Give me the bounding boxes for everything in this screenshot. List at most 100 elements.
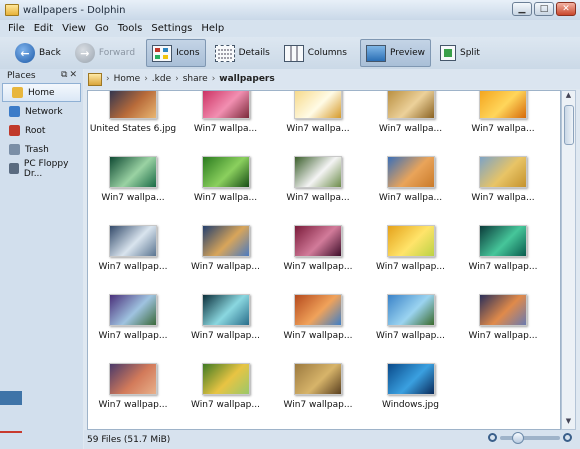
menu-tools[interactable]: Tools: [118, 23, 143, 34]
places-panel: Places ⧉✕ Home Network Root Trash PC Floppy …: [0, 69, 83, 449]
file-item[interactable]: Win7 wallpa...: [273, 91, 363, 147]
file-item[interactable]: Win7 wallpap...: [458, 225, 548, 285]
columns-label: Columns: [307, 48, 347, 58]
zoom-slider[interactable]: [500, 431, 560, 444]
file-item[interactable]: Win7 wallpap...: [273, 363, 363, 423]
file-thumbnail: [294, 294, 342, 326]
file-item[interactable]: Win7 wallpa...: [366, 91, 456, 147]
icons-label: Icons: [176, 48, 200, 58]
back-button[interactable]: ← Back: [10, 39, 66, 67]
breadcrumb-home[interactable]: Home: [114, 74, 141, 84]
breadcrumb-current[interactable]: wallpapers: [219, 74, 274, 84]
file-item[interactable]: Win7 wallpap...: [458, 294, 548, 354]
zoom-slider-knob[interactable]: [512, 431, 524, 444]
file-item[interactable]: Win7 wallpap...: [366, 225, 456, 285]
breadcrumb-kde[interactable]: .kde: [152, 74, 171, 84]
file-thumbnail: [201, 91, 250, 119]
places-item[interactable]: Root: [0, 121, 83, 140]
places-item[interactable]: PC Floppy Dr...: [0, 158, 83, 179]
status-bar: 59 Files (51.7 MiB): [84, 430, 580, 449]
file-view[interactable]: United States 6.jpg Win7 wallpa... Win7 wa…: [87, 90, 561, 430]
scroll-thumb[interactable]: [564, 105, 574, 145]
file-name: Win7 wallpa...: [378, 124, 443, 134]
vertical-scrollbar[interactable]: ▲ ▼: [561, 90, 576, 430]
forward-button[interactable]: → Forward: [70, 39, 140, 67]
file-item[interactable]: Win7 wallpap...: [181, 294, 271, 354]
menu-help[interactable]: Help: [201, 23, 224, 34]
icons-view-button[interactable]: Icons: [146, 39, 206, 67]
file-item[interactable]: United States 6.jpg: [88, 91, 178, 147]
file-thumbnail: [201, 156, 250, 188]
menu-view[interactable]: View: [62, 23, 86, 34]
file-item[interactable]: Win7 wallpap...: [181, 363, 271, 423]
menu-file[interactable]: File: [8, 23, 25, 34]
file-item[interactable]: Win7 wallpa...: [88, 156, 178, 216]
close-panel-icon[interactable]: ✕: [69, 70, 79, 80]
menu-settings[interactable]: Settings: [151, 23, 192, 34]
split-button[interactable]: Split: [435, 39, 485, 67]
file-item[interactable]: Win7 wallpap...: [88, 363, 178, 423]
file-thumbnail: [479, 91, 527, 119]
file-thumbnail: [386, 156, 435, 188]
split-icon: [439, 45, 456, 61]
file-name: Win7 wallpa...: [286, 193, 350, 203]
root-icon: [9, 125, 20, 136]
file-name: Win7 wallpa...: [193, 193, 258, 203]
forward-arrow-icon: →: [74, 43, 95, 63]
file-thumbnail: [479, 156, 527, 188]
menu-bar: File Edit View Go Tools Settings Help: [0, 20, 580, 37]
file-thumbnail: [479, 294, 527, 326]
file-name: Win7 wallpap...: [468, 262, 538, 272]
file-item[interactable]: Win7 wallpa...: [458, 91, 548, 147]
menu-go[interactable]: Go: [95, 23, 109, 34]
columns-view-button[interactable]: Columns: [279, 39, 352, 67]
title-bar: wallpapers - Dolphin ▁ □ ✕: [0, 0, 580, 20]
file-thumbnail: [386, 91, 435, 119]
file-item[interactable]: Win7 wallpa...: [366, 156, 456, 216]
file-name: Win7 wallpap...: [283, 400, 353, 410]
file-thumbnail: [294, 91, 342, 119]
file-item[interactable]: Win7 wallpa...: [181, 156, 271, 216]
details-view-button[interactable]: Details: [210, 39, 275, 67]
file-item[interactable]: Win7 wallpap...: [88, 225, 178, 285]
file-item[interactable]: Windows.jpg: [366, 363, 456, 423]
file-thumbnail: [201, 363, 250, 395]
file-name: Win7 wallpa...: [101, 193, 165, 203]
zoom-control: [488, 431, 572, 444]
scroll-down-icon[interactable]: ▼: [562, 417, 575, 429]
places-item[interactable]: Home: [2, 83, 81, 102]
close-button[interactable]: ✕: [556, 2, 576, 16]
details-view-icon: [214, 44, 235, 62]
file-item[interactable]: Win7 wallpap...: [366, 294, 456, 354]
maximize-button[interactable]: □: [534, 2, 554, 16]
zoom-in-icon[interactable]: [563, 433, 572, 442]
scroll-up-icon[interactable]: ▲: [562, 91, 575, 103]
places-item-label: PC Floppy Dr...: [23, 158, 69, 179]
file-name: Win7 wallpa...: [471, 193, 535, 203]
minimize-button[interactable]: ▁: [512, 2, 532, 16]
file-item[interactable]: Win7 wallpap...: [273, 294, 363, 354]
file-item[interactable]: Win7 wallpap...: [88, 294, 178, 354]
preview-button[interactable]: Preview: [359, 39, 431, 67]
breadcrumb-share[interactable]: share: [183, 74, 208, 84]
menu-edit[interactable]: Edit: [34, 23, 53, 34]
file-thumbnail: [109, 294, 157, 326]
places-item[interactable]: Network: [0, 102, 83, 121]
columns-view-icon: [283, 44, 304, 62]
file-item[interactable]: Win7 wallpa...: [273, 156, 363, 216]
file-item[interactable]: Win7 wallpa...: [458, 156, 548, 216]
file-item[interactable]: Win7 wallpap...: [273, 225, 363, 285]
file-name: Win7 wallpap...: [283, 262, 353, 272]
window-title: wallpapers - Dolphin: [23, 4, 126, 16]
zoom-out-icon[interactable]: [488, 433, 497, 442]
file-name: Win7 wallpap...: [191, 262, 260, 272]
places-header: Places ⧉✕: [0, 69, 83, 83]
file-item[interactable]: Win7 wallpa...: [181, 91, 271, 147]
icons-view-icon: [152, 44, 173, 62]
places-item[interactable]: Trash: [0, 140, 83, 159]
file-item[interactable]: Win7 wallpap...: [181, 225, 271, 285]
file-name: United States 6.jpg: [89, 124, 177, 134]
file-thumbnail: [109, 156, 157, 188]
floppy-icon: [9, 163, 19, 174]
home-folder-icon[interactable]: [88, 72, 102, 86]
